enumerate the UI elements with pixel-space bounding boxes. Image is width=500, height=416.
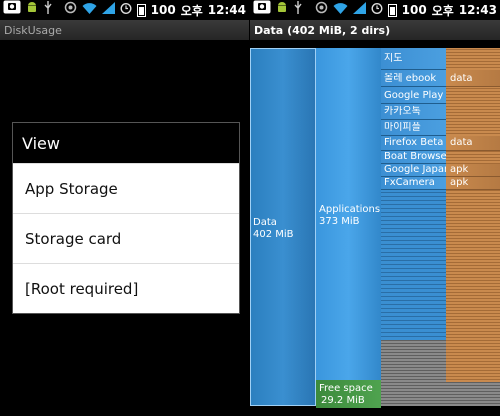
treemap-system-files[interactable] — [381, 340, 446, 382]
clock: 12:44 — [207, 3, 246, 17]
signal-icon — [352, 0, 366, 20]
disk-treemap[interactable]: Data 402 MiB Applications 373 MiB Free s… — [250, 40, 500, 416]
app-name: 지도 — [384, 53, 403, 64]
app-sub-label: data — [450, 73, 473, 84]
app-name: 올레 ebook — [384, 73, 437, 84]
app-name: Boat Browser — [384, 151, 446, 162]
wifi-icon — [82, 0, 97, 20]
battery-level: 100 — [401, 3, 427, 17]
app-name: Google Japan — [384, 164, 446, 175]
app-name: FxCamera — [384, 177, 435, 188]
treemap-small-apps[interactable] — [381, 190, 446, 340]
battery-icon — [387, 3, 397, 17]
alarm-icon — [371, 0, 383, 20]
free-space-name: Free space — [319, 383, 373, 394]
screenshot-icon — [253, 0, 271, 20]
treemap-bottom-files[interactable] — [381, 382, 500, 406]
dialog-item-app-storage[interactable]: App Storage — [13, 163, 239, 213]
sync-icon — [315, 0, 328, 20]
signal-icon — [101, 0, 115, 20]
sync-icon — [64, 0, 77, 20]
usb-icon — [43, 0, 53, 20]
app-name: Google Play 북 — [384, 90, 444, 101]
android-icon — [276, 0, 288, 20]
dialog-title: View — [13, 123, 239, 163]
ampm-label: 오후 — [431, 3, 454, 18]
wifi-icon — [333, 0, 348, 20]
app-name: Firefox Beta — [384, 137, 444, 148]
free-space-size: 29.2 MiB — [321, 395, 365, 406]
battery-icon — [136, 3, 146, 17]
data-block-size: 402 MiB — [253, 229, 294, 240]
app-sub-label: apk — [450, 164, 469, 175]
app-sub-label: apk — [450, 177, 469, 188]
data-block-name: Data — [253, 217, 277, 228]
status-bar: 100 오후 12:44 — [0, 0, 249, 20]
applications-block-size: 373 MiB — [319, 216, 360, 227]
clock: 12:43 — [458, 3, 497, 17]
app-name: 마이피플 — [384, 122, 421, 133]
treemap-title: Data (402 MiB, 2 dirs) — [254, 23, 391, 37]
app-title-bar: DiskUsage — [0, 20, 249, 40]
dialog-item-storage-card[interactable]: Storage card — [13, 213, 239, 263]
treemap-title-bar: Data (402 MiB, 2 dirs) — [250, 20, 500, 40]
view-dialog: View App Storage Storage card [Root requ… — [12, 122, 240, 314]
right-screen: 100 오후 12:43 Data (402 MiB, 2 dirs) Data… — [250, 0, 500, 416]
screenshot-icon — [3, 0, 21, 20]
ampm-label: 오후 — [180, 3, 203, 18]
app-name: 카카오톡 — [384, 106, 421, 117]
treemap-data-files[interactable] — [446, 48, 500, 382]
android-icon — [26, 0, 38, 20]
applications-block-name: Applications — [319, 204, 381, 215]
battery-level: 100 — [150, 3, 176, 17]
dialog-item-root-required[interactable]: [Root required] — [13, 263, 239, 313]
usb-icon — [293, 0, 303, 20]
left-screen: 100 오후 12:44 DiskUsage View App Storage … — [0, 0, 249, 416]
app-sub-label: data — [450, 137, 473, 148]
status-bar: 100 오후 12:43 — [250, 0, 500, 20]
app-title: DiskUsage — [4, 23, 62, 37]
alarm-icon — [120, 0, 132, 20]
